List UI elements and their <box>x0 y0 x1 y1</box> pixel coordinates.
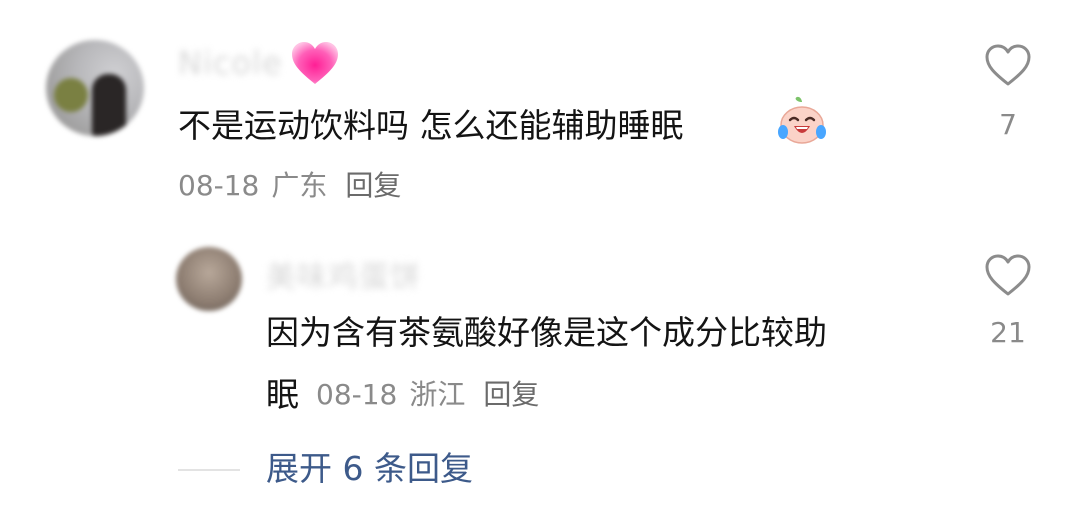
avatar-figure <box>92 74 126 136</box>
comment-text-line: 眠 <box>266 375 299 414</box>
comment-date: 08-18 <box>178 169 260 202</box>
comment-location: 浙江 <box>409 378 466 411</box>
reply-button[interactable]: 回复 <box>483 378 539 411</box>
like-count: 21 <box>990 316 1026 349</box>
pink-heart-icon <box>292 42 338 84</box>
avatar[interactable] <box>46 40 144 136</box>
heart-like-icon[interactable] <box>984 253 1032 297</box>
comment-date: 08-18 <box>316 378 398 411</box>
expand-replies-button[interactable]: 展开 6 条回复 <box>266 452 473 485</box>
divider <box>178 469 240 471</box>
comment-text: 不是运动饮料吗 怎么还能辅助睡眠 <box>178 106 684 145</box>
reply-button[interactable]: 回复 <box>345 169 401 202</box>
like-count: 7 <box>999 108 1017 141</box>
comment-text-line: 因为含有茶氨酸好像是这个成分比较助 <box>266 313 827 352</box>
comment-location: 广东 <box>271 169 328 202</box>
username[interactable]: 美味鸡蛋饼 <box>266 252 421 296</box>
avatar-background <box>54 78 88 112</box>
comment-meta: 08-18 浙江 回复 <box>316 381 551 409</box>
comment-meta: 08-18 广东 回复 <box>178 172 413 200</box>
comment-thread: Nicole 不是运动饮料吗 怎么还能辅助睡眠 08-18 广东 回复 7 美味鸡蛋… <box>0 0 1080 529</box>
heart-like-icon[interactable] <box>984 43 1032 87</box>
username[interactable]: Nicole <box>178 44 283 82</box>
avatar[interactable] <box>176 247 242 311</box>
laughing-crying-face-icon <box>778 96 826 144</box>
